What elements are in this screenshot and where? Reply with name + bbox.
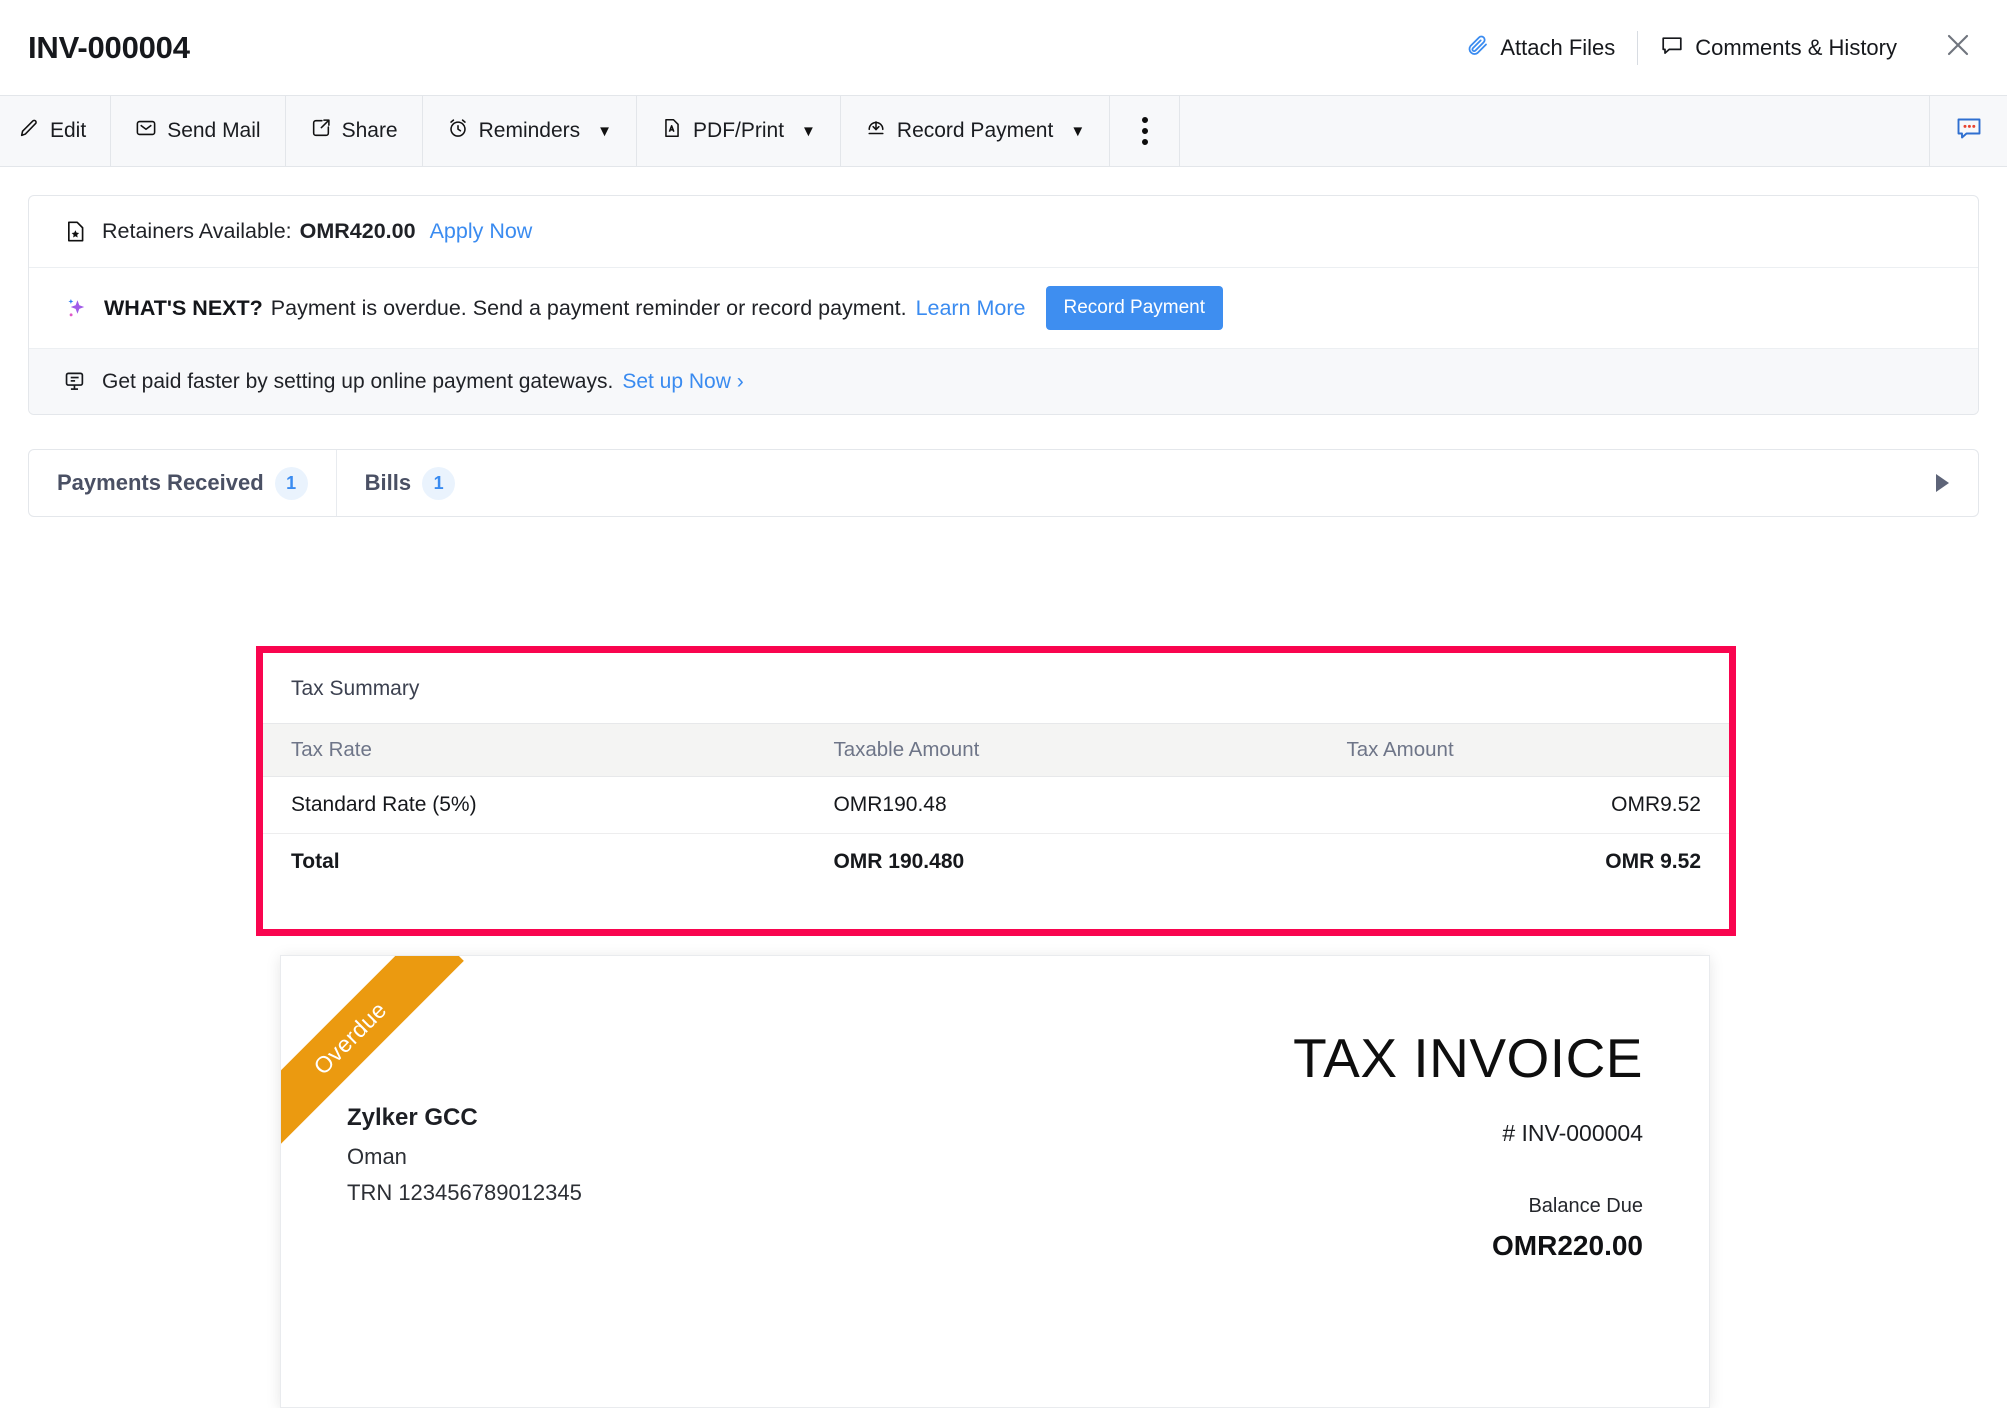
header-actions: Attach Files Comments & History: [1443, 30, 1977, 65]
tabs-spacer: [483, 450, 1906, 516]
kebab-dot: [1142, 128, 1148, 134]
reminders-button[interactable]: Reminders ▼: [423, 96, 637, 166]
download-circle-icon: [865, 117, 887, 145]
retainer-document-icon: [63, 219, 88, 244]
envelope-icon: [135, 117, 157, 145]
page-title: INV-000004: [28, 30, 190, 66]
kebab-dot: [1142, 117, 1148, 123]
share-button[interactable]: Share: [286, 96, 423, 166]
action-toolbar: Edit Send Mail Share Reminders ▼: [0, 95, 2007, 167]
apply-now-link[interactable]: Apply Now: [430, 219, 533, 244]
comments-history-button[interactable]: Comments & History: [1638, 33, 1919, 63]
tax-summary-table: Tax Rate Taxable Amount Tax Amount Stand…: [263, 723, 1729, 890]
pencil-icon: [18, 117, 40, 145]
payment-gateway-text: Get paid faster by setting up online pay…: [102, 370, 613, 394]
close-icon: [1943, 30, 1973, 65]
chevron-down-icon: ▼: [1070, 124, 1085, 139]
balance-due-label: Balance Due: [1293, 1195, 1643, 1218]
content-wrapper: Retainers Available: OMR420.00 Apply Now…: [0, 195, 2007, 517]
chat-assistant-button[interactable]: [1929, 96, 2007, 166]
alarm-clock-icon: [447, 117, 469, 145]
invoice-org-block: Zylker GCC Oman TRN 123456789012345: [347, 1016, 1293, 1262]
org-country: Oman: [347, 1144, 1293, 1170]
retainer-notice-row: Retainers Available: OMR420.00 Apply Now: [29, 196, 1978, 268]
org-name: Zylker GCC: [347, 1104, 1293, 1132]
whats-next-row: WHAT'S NEXT? Payment is overdue. Send a …: [29, 268, 1978, 348]
cell-total-taxable: OMR 190.480: [805, 834, 1318, 891]
chevron-down-icon: ▼: [801, 124, 816, 139]
tab-count-badge: 1: [422, 467, 455, 500]
page-header: INV-000004 Attach Files Comments & Histo…: [0, 0, 2007, 95]
pdf-document-icon: [661, 117, 683, 145]
comment-bubble-icon: [1660, 33, 1684, 63]
monitor-card-icon: [63, 369, 88, 394]
paperclip-icon: [1465, 33, 1489, 63]
pdf-print-label: PDF/Print: [693, 119, 784, 143]
record-payment-button[interactable]: Record Payment ▼: [841, 96, 1110, 166]
retainer-amount: OMR420.00: [300, 219, 416, 244]
cell-total-label: Total: [263, 834, 805, 891]
edit-label: Edit: [50, 119, 86, 143]
payment-gateway-row: Get paid faster by setting up online pay…: [29, 348, 1978, 414]
edit-button[interactable]: Edit: [0, 96, 111, 166]
share-label: Share: [342, 119, 398, 143]
record-payment-label: Record Payment: [897, 119, 1053, 143]
attach-files-button[interactable]: Attach Files: [1443, 33, 1637, 63]
comments-history-label: Comments & History: [1695, 35, 1897, 61]
invoice-preview: Overdue Zylker GCC Oman TRN 123456789012…: [280, 955, 1710, 1408]
kebab-dot: [1142, 139, 1148, 145]
invoice-summary-block: TAX INVOICE # INV-000004 Balance Due OMR…: [1293, 1016, 1643, 1262]
table-total-row: Total OMR 190.480 OMR 9.52: [263, 834, 1729, 891]
more-options-button[interactable]: [1110, 96, 1180, 166]
org-trn: TRN 123456789012345: [347, 1180, 1293, 1206]
column-header-taxable-amount: Taxable Amount: [805, 724, 1318, 777]
invoice-number: # INV-000004: [1293, 1120, 1643, 1147]
share-icon: [310, 117, 332, 145]
tax-summary-panel: Tax Summary Tax Rate Taxable Amount Tax …: [256, 646, 1736, 936]
send-mail-label: Send Mail: [167, 119, 260, 143]
cell-taxable-amount: OMR190.48: [805, 777, 1318, 834]
column-header-tax-amount: Tax Amount: [1319, 724, 1729, 777]
tab-count-badge: 1: [275, 467, 308, 500]
table-header-row: Tax Rate Taxable Amount Tax Amount: [263, 724, 1729, 777]
invoice-body: Zylker GCC Oman TRN 123456789012345 TAX …: [281, 956, 1709, 1262]
chat-bubble-dots-icon: [1954, 114, 1984, 149]
chevron-down-icon: ▼: [597, 124, 612, 139]
whats-next-label: WHAT'S NEXT?: [104, 296, 263, 321]
tab-payments-received[interactable]: Payments Received 1: [29, 450, 337, 516]
tab-bills[interactable]: Bills 1: [337, 450, 483, 516]
chevron-right-icon: [1936, 474, 1949, 492]
pdf-print-button[interactable]: PDF/Print ▼: [637, 96, 841, 166]
cell-tax-rate: Standard Rate (5%): [263, 777, 805, 834]
sparkle-icon: [63, 295, 90, 322]
tab-label: Bills: [365, 470, 411, 496]
table-row: Standard Rate (5%) OMR190.48 OMR9.52: [263, 777, 1729, 834]
column-header-tax-rate: Tax Rate: [263, 724, 805, 777]
tax-summary-title: Tax Summary: [263, 653, 1729, 701]
reminders-label: Reminders: [479, 119, 581, 143]
close-button[interactable]: [1943, 30, 1973, 65]
balance-due-value: OMR220.00: [1293, 1230, 1643, 1262]
learn-more-link[interactable]: Learn More: [916, 296, 1026, 321]
cell-tax-amount: OMR9.52: [1319, 777, 1729, 834]
tab-label: Payments Received: [57, 470, 264, 496]
retainer-label: Retainers Available:: [102, 219, 292, 244]
invoice-heading: TAX INVOICE: [1293, 1026, 1643, 1090]
record-payment-cta-button[interactable]: Record Payment: [1046, 286, 1224, 330]
related-records-tabs: Payments Received 1 Bills 1: [28, 449, 1979, 517]
cell-total-tax: OMR 9.52: [1319, 834, 1729, 891]
send-mail-button[interactable]: Send Mail: [111, 96, 285, 166]
tabs-next-button[interactable]: [1906, 450, 1978, 516]
attach-files-label: Attach Files: [1500, 35, 1615, 61]
notice-card: Retainers Available: OMR420.00 Apply Now…: [28, 195, 1979, 415]
set-up-now-link[interactable]: Set up Now ›: [622, 370, 743, 394]
toolbar-spacer: [1180, 96, 1929, 166]
whats-next-text: Payment is overdue. Send a payment remin…: [271, 296, 907, 321]
